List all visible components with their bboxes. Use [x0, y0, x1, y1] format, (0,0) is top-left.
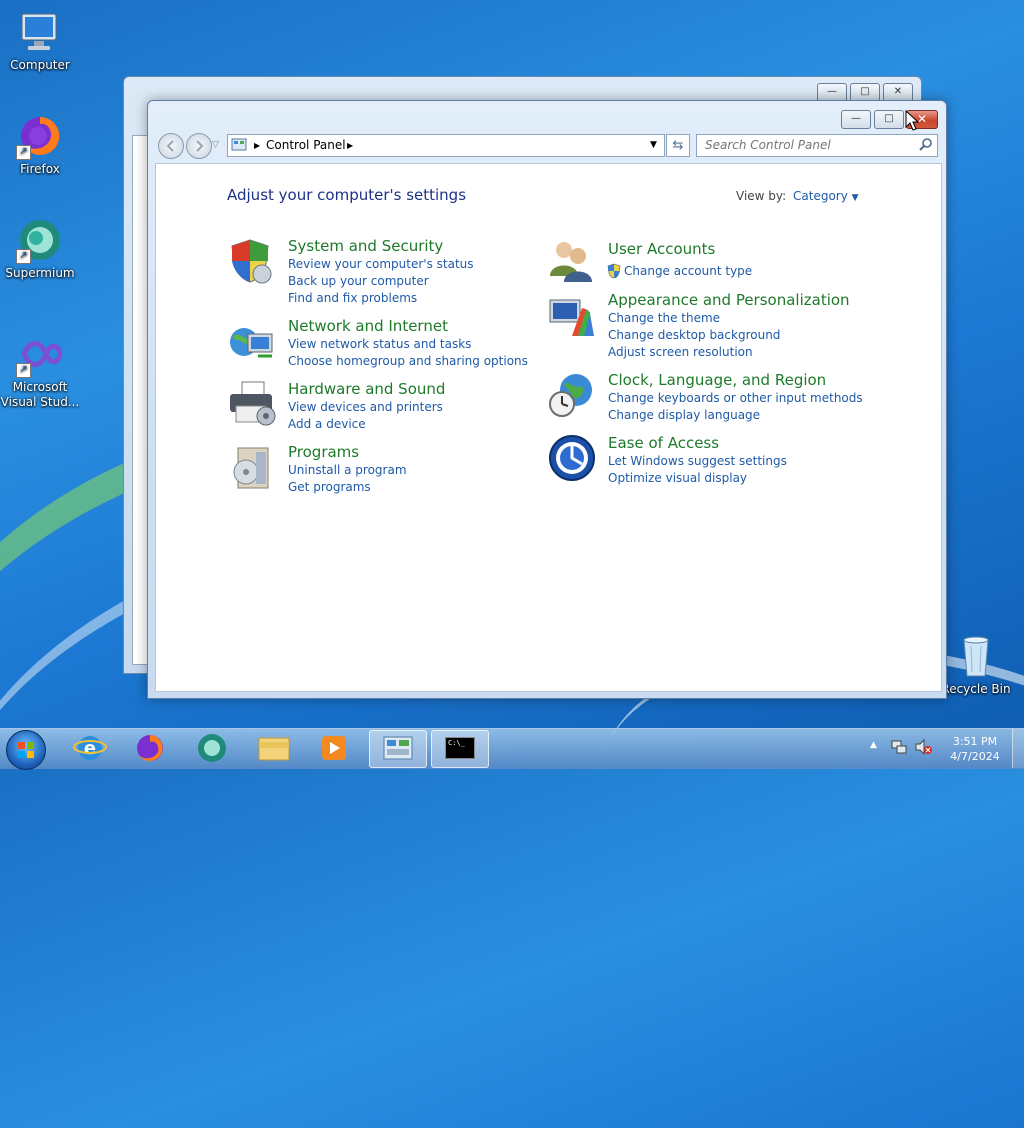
taskbar-media-player[interactable] — [306, 730, 362, 766]
shortcut-arrow-icon: ↗ — [16, 145, 31, 160]
maximize-button[interactable]: □ — [874, 110, 904, 129]
recent-pages-dropdown[interactable]: ▽ — [212, 140, 219, 150]
breadcrumb-arrow-icon[interactable]: ▶ — [347, 135, 353, 156]
link-change-theme[interactable]: Change the theme — [608, 311, 720, 325]
firefox-icon: ↗ — [16, 112, 64, 160]
desktop-icon-recycle-bin[interactable]: Recycle Bin — [936, 632, 1016, 697]
show-desktop-button[interactable] — [1012, 729, 1024, 768]
link-optimize-visual[interactable]: Optimize visual display — [608, 471, 747, 485]
link-network-status[interactable]: View network status and tasks — [288, 337, 471, 351]
system-clock[interactable]: 3:51 PM 4/7/2024 — [944, 734, 1006, 764]
control-panel-icon — [231, 138, 247, 159]
recycle-bin-icon — [952, 632, 1000, 680]
category-network-and-internet[interactable]: Network and Internet — [288, 317, 448, 335]
programs-icon[interactable] — [228, 444, 276, 492]
desktop-icon-supermium[interactable]: ↗ Supermium — [0, 216, 80, 281]
windows-logo-icon — [18, 742, 34, 758]
desktop-icon-label: Supermium — [5, 266, 75, 280]
taskbar-control-panel[interactable] — [369, 730, 427, 768]
category-system-and-security[interactable]: System and Security — [288, 237, 443, 255]
appearance-icon[interactable] — [548, 296, 596, 344]
category-user-accounts[interactable]: User Accounts — [608, 240, 715, 258]
link-devices-printers[interactable]: View devices and printers — [288, 400, 443, 414]
refresh-button[interactable]: ⇆ — [666, 134, 690, 157]
back-button[interactable] — [158, 133, 184, 159]
search-icon[interactable] — [919, 137, 933, 154]
view-by-label: View by: — [736, 189, 787, 203]
search-input[interactable] — [697, 135, 905, 154]
link-screen-resolution[interactable]: Adjust screen resolution — [608, 345, 753, 359]
category-clock-language-region[interactable]: Clock, Language, and Region — [608, 371, 826, 389]
supermium-icon — [198, 734, 226, 762]
link-homegroup-sharing[interactable]: Choose homegroup and sharing options — [288, 354, 528, 368]
link-desktop-background[interactable]: Change desktop background — [608, 328, 780, 342]
category-appearance-personalization[interactable]: Appearance and Personalization — [608, 291, 850, 309]
control-panel-icon — [383, 736, 413, 760]
printer-icon[interactable] — [228, 380, 276, 428]
desktop-icon-firefox[interactable]: ↗ Firefox — [0, 112, 80, 177]
link-add-device[interactable]: Add a device — [288, 417, 366, 431]
firefox-icon — [137, 735, 163, 761]
back-arrow-icon — [166, 140, 174, 152]
taskbar-firefox[interactable] — [122, 730, 178, 766]
link-display-language[interactable]: Change display language — [608, 408, 760, 422]
category-ease-of-access[interactable]: Ease of Access — [608, 434, 719, 452]
desktop-icon-visual-studio[interactable]: ↗ Microsoft Visual Stud... — [0, 330, 80, 410]
desktop-icon-label: Computer — [10, 58, 70, 72]
network-tray-icon[interactable] — [890, 738, 908, 760]
dropdown-arrow-icon: ▼ — [851, 193, 859, 203]
visual-studio-icon: ↗ — [16, 330, 64, 378]
desktop-icon-label: Firefox — [20, 162, 60, 176]
clock-time: 3:51 PM — [952, 735, 998, 748]
ease-of-access-icon[interactable] — [548, 434, 596, 482]
internet-explorer-icon: e — [73, 736, 107, 760]
desktop-icon-label: Microsoft — [12, 380, 68, 394]
clock-globe-icon[interactable] — [548, 372, 596, 420]
command-prompt-icon: C:\_ — [445, 737, 475, 759]
uac-shield-icon — [607, 263, 621, 283]
link-find-fix-problems[interactable]: Find and fix problems — [288, 291, 417, 305]
desktop-icon-label: Visual Stud... — [0, 395, 80, 409]
forward-arrow-icon — [196, 140, 204, 152]
minimize-button[interactable]: — — [841, 110, 871, 129]
link-back-up[interactable]: Back up your computer — [288, 274, 429, 288]
computer-icon — [16, 8, 64, 56]
link-windows-suggest[interactable]: Let Windows suggest settings — [608, 454, 787, 468]
mouse-cursor-icon — [905, 109, 920, 136]
taskbar-command-prompt[interactable]: C:\_ — [431, 730, 489, 768]
address-bar[interactable]: ▶ Control Panel ▶ ▼ — [227, 134, 665, 157]
forward-button[interactable] — [186, 133, 212, 159]
start-button[interactable] — [6, 730, 46, 770]
file-explorer-icon — [258, 737, 290, 761]
taskbar-supermium[interactable] — [184, 730, 240, 766]
link-get-programs[interactable]: Get programs — [288, 480, 371, 494]
shortcut-arrow-icon: ↗ — [16, 363, 31, 378]
volume-muted-icon[interactable] — [914, 738, 932, 760]
address-dropdown-icon[interactable]: ▼ — [650, 135, 657, 156]
shortcut-arrow-icon: ↗ — [16, 249, 31, 264]
network-icon[interactable] — [228, 320, 276, 368]
link-uninstall-program[interactable]: Uninstall a program — [288, 463, 407, 477]
taskbar-file-explorer[interactable] — [246, 730, 302, 766]
desktop-icon-label: Recycle Bin — [941, 682, 1011, 696]
page-title: Adjust your computer's settings — [227, 186, 467, 204]
clock-date: 4/7/2024 — [950, 750, 1000, 763]
link-review-status[interactable]: Review your computer's status — [288, 257, 474, 271]
refresh-icon: ⇆ — [672, 138, 684, 153]
link-keyboards-input[interactable]: Change keyboards or other input methods — [608, 391, 863, 405]
view-by-dropdown[interactable]: Category ▼ — [793, 189, 859, 203]
show-hidden-icons-button[interactable]: ▲ — [870, 740, 877, 750]
link-change-account-type[interactable]: Change account type — [624, 264, 752, 278]
media-player-icon — [322, 736, 346, 760]
users-icon[interactable] — [548, 238, 596, 286]
desktop-icon-computer[interactable]: Computer — [0, 8, 80, 73]
category-hardware-and-sound[interactable]: Hardware and Sound — [288, 380, 445, 398]
breadcrumb-arrow-icon[interactable]: ▶ — [254, 135, 260, 156]
supermium-icon: ↗ — [16, 216, 64, 264]
category-programs[interactable]: Programs — [288, 443, 359, 461]
breadcrumb-control-panel[interactable]: Control Panel — [266, 135, 346, 156]
shield-icon[interactable] — [228, 238, 276, 286]
search-box[interactable] — [696, 134, 938, 157]
taskbar-internet-explorer[interactable]: e — [62, 730, 118, 766]
